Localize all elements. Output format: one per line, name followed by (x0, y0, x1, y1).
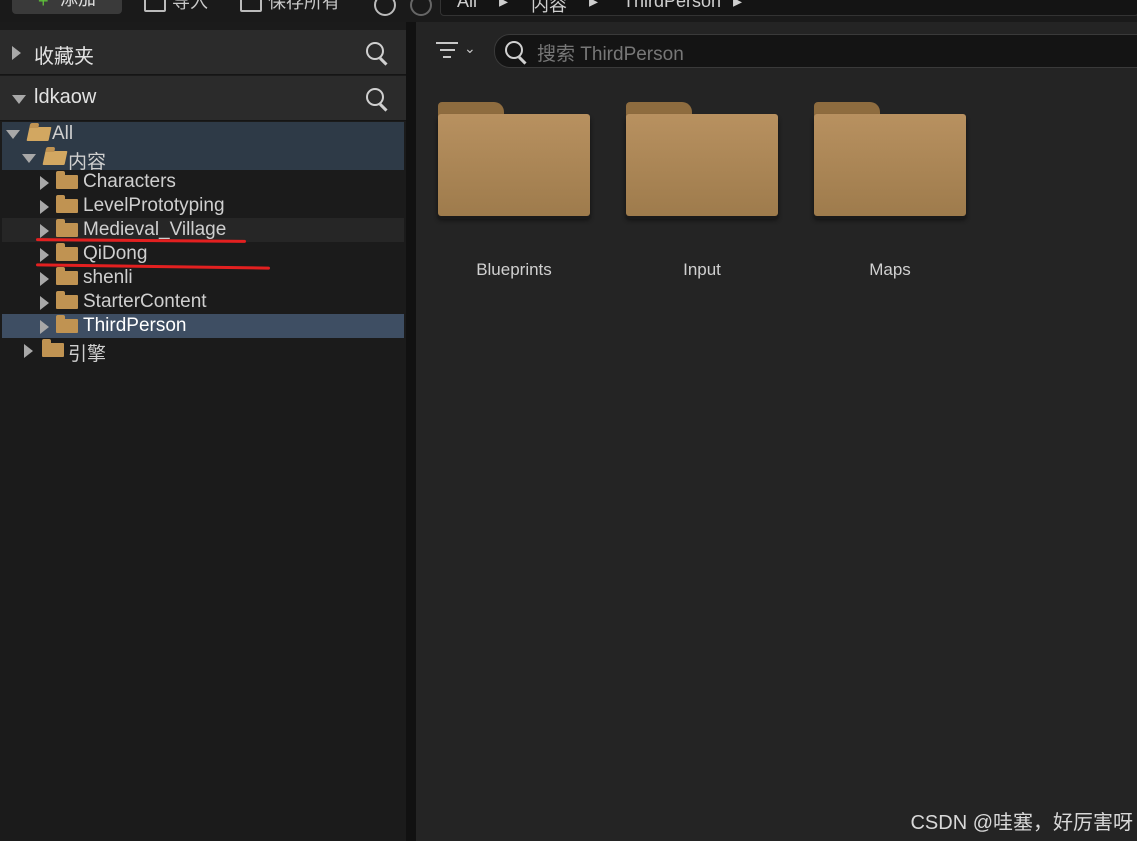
panel-splitter[interactable] (406, 22, 416, 841)
folder-icon (56, 315, 78, 333)
search-placeholder: 搜索 ThirdPerson (537, 44, 684, 65)
tree-item-label: Characters (83, 171, 176, 192)
tree-item-qidong[interactable]: QiDong (2, 242, 404, 266)
plus-icon: + (38, 0, 49, 11)
expand-arrow-icon[interactable] (12, 95, 26, 104)
folder-tile-label: Maps (869, 260, 911, 279)
tree-item-startercontent[interactable]: StarterContent (2, 290, 404, 314)
folder-tile-label: Blueprints (476, 260, 552, 279)
tree-item-label: LevelPrototyping (83, 195, 225, 216)
watermark: CSDN @哇塞，好厉害呀 (910, 812, 1133, 834)
tree-item-shenli[interactable]: shenli (2, 266, 404, 290)
breadcrumb-separator-icon: ▸ (589, 0, 599, 11)
import-icon (144, 0, 166, 13)
tree-item-characters[interactable]: Characters (2, 170, 404, 194)
expand-arrow-icon[interactable] (22, 154, 36, 163)
add-button[interactable]: + 添加 (12, 0, 122, 14)
breadcrumb: All ▸ 内容 ▸ ThirdPerson ▸ (440, 0, 1137, 16)
tree-item-label: ThirdPerson (83, 315, 187, 336)
tree-item-label: 引擎 (68, 344, 107, 365)
search-input[interactable]: 搜索 ThirdPerson (494, 34, 1137, 68)
content-browser-panel: ⌄ 搜索 ThirdPerson Blueprints Input Maps (416, 22, 1137, 841)
breadcrumb-item[interactable]: All (457, 0, 477, 12)
folder-icon (626, 102, 778, 220)
search-icon (505, 41, 523, 59)
favorites-header[interactable]: 收藏夹 (0, 30, 406, 75)
folder-icon (56, 171, 78, 189)
tree-item-all[interactable]: All (2, 122, 404, 146)
folder-icon (56, 219, 78, 237)
expand-arrow-icon[interactable] (6, 130, 20, 139)
tree-item-engine[interactable]: 引擎 (2, 338, 404, 365)
expand-arrow-icon[interactable] (40, 320, 49, 334)
tree-item-levelprototyping[interactable]: LevelPrototyping (2, 194, 404, 218)
folder-tile-label: Input (683, 260, 721, 279)
breadcrumb-item[interactable]: ThirdPerson (623, 0, 721, 12)
tree-item-label: StarterContent (83, 291, 207, 312)
add-button-label: 添加 (60, 0, 96, 8)
tree-item-thirdperson[interactable]: ThirdPerson (2, 314, 404, 338)
folder-icon (56, 267, 78, 285)
tree-item-label: QiDong (83, 243, 148, 264)
collapse-arrow-icon[interactable] (12, 46, 21, 60)
expand-arrow-icon[interactable] (40, 176, 49, 190)
breadcrumb-item[interactable]: 内容 (531, 0, 567, 17)
history-back-icon[interactable] (374, 0, 396, 16)
folder-open-icon (42, 151, 68, 165)
expand-arrow-icon[interactable] (40, 296, 49, 310)
breadcrumb-separator-icon: ▸ (499, 0, 509, 11)
save-all-label: 保存所有 (268, 0, 340, 12)
folder-icon (42, 339, 64, 357)
history-forward-icon[interactable] (410, 0, 432, 16)
save-all-button[interactable]: 保存所有 (240, 0, 340, 13)
folder-icon (56, 243, 78, 261)
expand-arrow-icon[interactable] (40, 200, 49, 214)
search-icon[interactable] (366, 88, 384, 106)
chevron-down-icon[interactable]: ⌄ (464, 40, 476, 57)
expand-arrow-icon[interactable] (40, 248, 49, 262)
import-label: 导入 (172, 0, 208, 12)
search-icon[interactable] (366, 42, 384, 60)
sources-panel: 收藏夹 ldkaow All 内容 Characters LevelProtot… (0, 22, 410, 841)
tree-item-content[interactable]: 内容 (2, 146, 404, 173)
project-title: ldkaow (34, 86, 97, 108)
folder-icon (56, 291, 78, 309)
folder-icon (438, 102, 590, 220)
filter-icon[interactable] (436, 42, 458, 63)
breadcrumb-separator-icon: ▸ (733, 0, 743, 11)
folder-icon (814, 102, 966, 220)
tree-item-label: All (52, 123, 74, 144)
expand-arrow-icon[interactable] (24, 344, 33, 358)
project-header[interactable]: ldkaow (0, 76, 406, 121)
folder-open-icon (26, 127, 52, 141)
tree-item-label: shenli (83, 267, 133, 288)
toolbar: + 添加 导入 保存所有 All ▸ 内容 ▸ ThirdPerson ▸ (0, 0, 1137, 22)
expand-arrow-icon[interactable] (40, 224, 49, 238)
expand-arrow-icon[interactable] (40, 272, 49, 286)
save-icon (240, 0, 262, 13)
folder-icon (56, 195, 78, 213)
import-button[interactable]: 导入 (144, 0, 208, 13)
favorites-title: 收藏夹 (34, 46, 94, 68)
